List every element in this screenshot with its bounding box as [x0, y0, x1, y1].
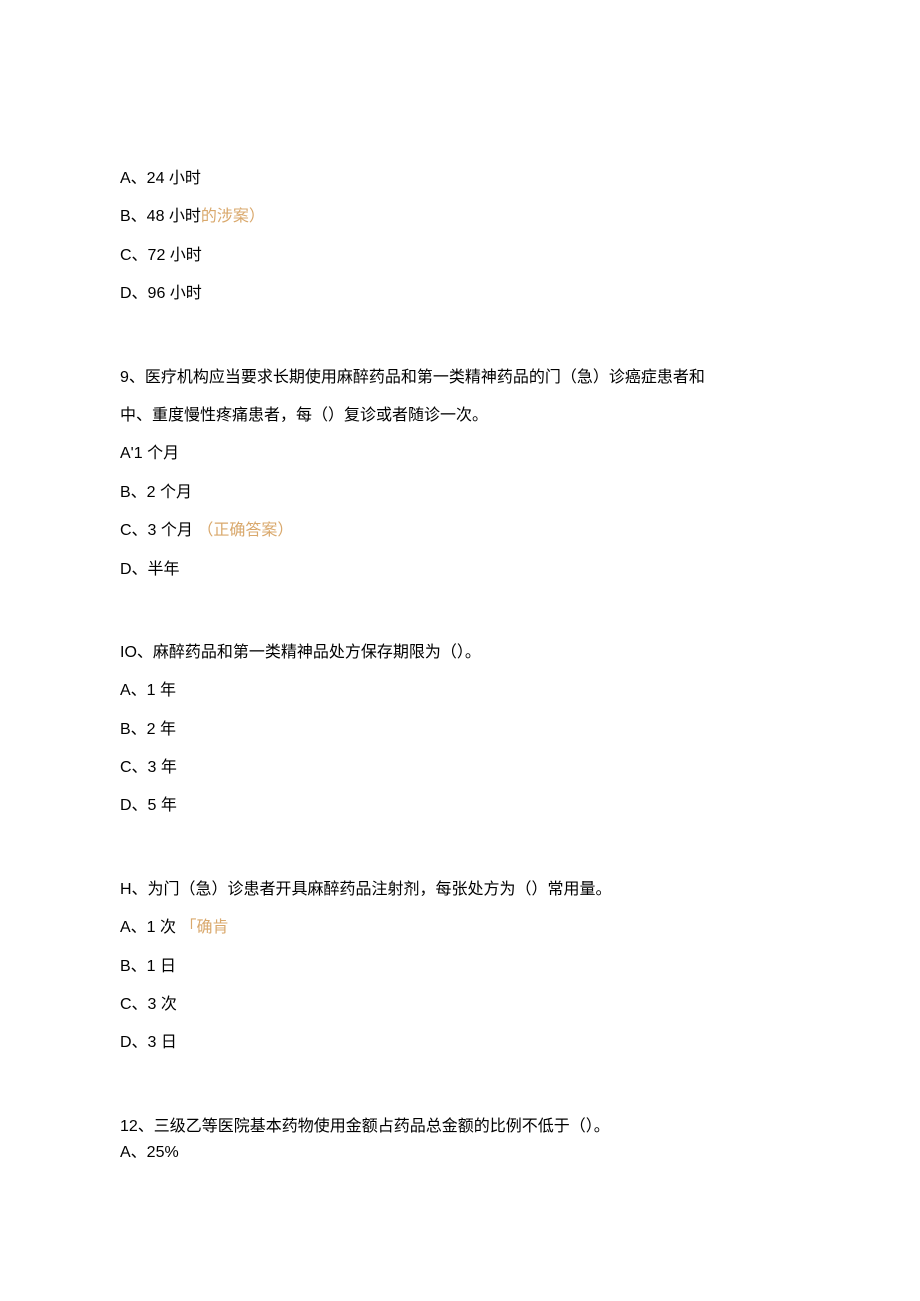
question-8-options: A、24 小时 B、48 小时的涉案） C、72 小时 D、96 小时 — [120, 160, 800, 314]
question-stem: H、为门（急）诊患者开具麻醉药品注射剂，每张处方为（）常用量。 — [120, 871, 800, 909]
question-12: 12、三级乙等医院基本药物使用金额占药品总金额的比例不低于（）。 A、25% — [120, 1108, 800, 1173]
option-b: B、1 日 — [120, 948, 800, 986]
option-b: B、2 年 — [120, 711, 800, 749]
option-a: A、24 小时 — [120, 160, 800, 198]
correct-answer-annotation: （正确答案） — [197, 522, 293, 539]
option-d: D、96 小时 — [120, 275, 800, 313]
document-page: A、24 小时 B、48 小时的涉案） C、72 小时 D、96 小时 9、医疗… — [0, 0, 920, 1298]
option-c: C、3 年 — [120, 749, 800, 787]
option-b-annotation: 的涉案） — [201, 208, 265, 225]
option-d: D、3 日 — [120, 1024, 800, 1062]
question-10: IO、麻醉药品和第一类精神品处方保存期限为（）。 A、1 年 B、2 年 C、3… — [120, 634, 800, 826]
option-c: C、3 个月 （正确答案） — [120, 512, 800, 550]
question-stem-line2: 中、重度慢性疼痛患者，每（）复诊或者随诊一次。 — [120, 397, 800, 435]
option-c: C、72 小时 — [120, 237, 800, 275]
option-d: D、半年 — [120, 551, 800, 589]
question-9: 9、医疗机构应当要求长期使用麻醉药品和第一类精神药品的门（急）诊癌症患者和 中、… — [120, 359, 800, 589]
option-c-text: C、3 个月 — [120, 522, 193, 539]
option-a: A、1 次 「确肯 — [120, 909, 800, 947]
option-b-text: B、48 小时 — [120, 208, 201, 225]
option-a-text: A、1 次 — [120, 919, 176, 936]
option-a: A'1 个月 — [120, 435, 800, 473]
question-stem: IO、麻醉药品和第一类精神品处方保存期限为（）。 — [120, 634, 800, 672]
option-d: D、5 年 — [120, 787, 800, 825]
question-11: H、为门（急）诊患者开具麻醉药品注射剂，每张处方为（）常用量。 A、1 次 「确… — [120, 871, 800, 1063]
option-b: B、2 个月 — [120, 474, 800, 512]
option-a-annotation: 「确肯 — [180, 919, 228, 936]
option-a: A、1 年 — [120, 672, 800, 710]
option-c: C、3 次 — [120, 986, 800, 1024]
option-b: B、48 小时的涉案） — [120, 198, 800, 236]
question-stem-line1: 9、医疗机构应当要求长期使用麻醉药品和第一类精神药品的门（急）诊癌症患者和 — [120, 359, 800, 397]
